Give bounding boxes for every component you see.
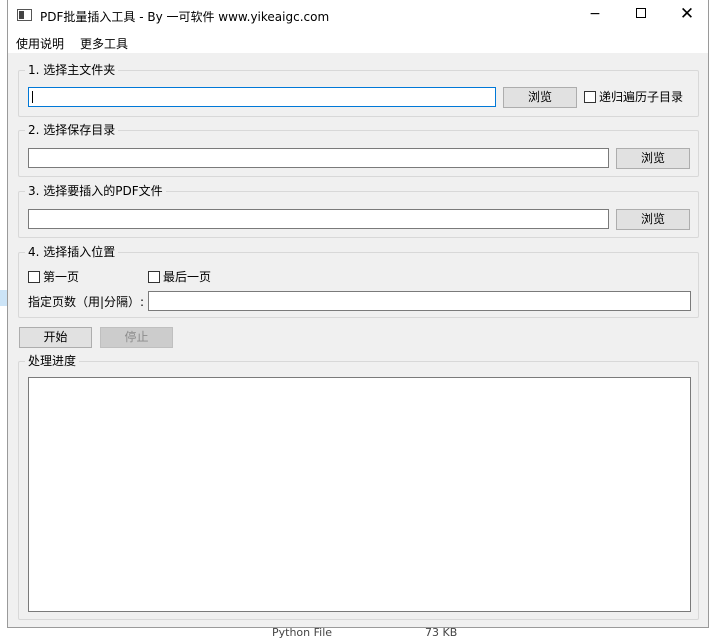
section-insert-pdf: 3. 选择要插入的PDF文件 浏览	[18, 184, 699, 238]
save-folder-input[interactable]	[28, 148, 609, 168]
stop-button[interactable]: 停止	[100, 327, 173, 348]
section-main-folder: 1. 选择主文件夹 浏览 递归遍历子目录	[18, 63, 699, 117]
last-page-checkbox[interactable]: 最后一页	[148, 270, 211, 284]
main-folder-browse-button[interactable]: 浏览	[503, 87, 577, 108]
close-icon: ✕	[679, 4, 695, 24]
app-window: PDF批量插入工具 - By 一可软件 www.yikeaigc.com − ✕…	[7, 0, 709, 628]
save-folder-browse-button[interactable]: 浏览	[616, 148, 690, 169]
first-page-checkbox-box[interactable]	[28, 271, 40, 283]
first-page-checkbox[interactable]: 第一页	[28, 270, 79, 284]
section-save-folder-title: 2. 选择保存目录	[25, 123, 119, 137]
menu-item-more-tools[interactable]: 更多工具	[80, 35, 128, 52]
insert-pdf-browse-button[interactable]: 浏览	[616, 209, 690, 230]
section-insert-position: 4. 选择插入位置 第一页 最后一页 指定页数（用|分隔）:	[18, 245, 699, 318]
section-insert-pdf-title: 3. 选择要插入的PDF文件	[25, 184, 166, 198]
title-bar[interactable]: PDF批量插入工具 - By 一可软件 www.yikeaigc.com − ✕	[8, 0, 708, 31]
minimize-button[interactable]: −	[572, 0, 618, 31]
maximize-icon	[636, 8, 646, 18]
progress-log[interactable]	[28, 377, 691, 612]
section-insert-position-title: 4. 选择插入位置	[25, 245, 119, 259]
minimize-icon: −	[589, 6, 601, 22]
close-button[interactable]: ✕	[664, 0, 710, 31]
text-caret	[32, 91, 33, 103]
section-progress-title: 处理进度	[25, 354, 80, 368]
app-window-icon	[17, 9, 32, 21]
menu-bar: 使用说明 更多工具	[8, 31, 708, 53]
last-page-checkbox-label: 最后一页	[163, 270, 212, 284]
pages-label: 指定页数（用|分隔）:	[28, 295, 145, 309]
window-title: PDF批量插入工具 - By 一可软件 www.yikeaigc.com	[40, 10, 330, 24]
recursive-checkbox-box[interactable]	[584, 91, 596, 103]
section-save-folder: 2. 选择保存目录 浏览	[18, 123, 699, 177]
main-folder-input[interactable]	[28, 87, 496, 107]
start-button[interactable]: 开始	[19, 327, 92, 348]
last-page-checkbox-box[interactable]	[148, 271, 160, 283]
pages-input[interactable]	[148, 291, 691, 311]
section-progress: 处理进度	[18, 354, 699, 620]
maximize-button[interactable]	[618, 0, 664, 31]
recursive-checkbox-label: 递归遍历子目录	[599, 90, 684, 104]
insert-pdf-input[interactable]	[28, 209, 609, 229]
menu-item-help[interactable]: 使用说明	[16, 35, 64, 52]
recursive-checkbox[interactable]: 递归遍历子目录	[584, 90, 683, 104]
section-main-folder-title: 1. 选择主文件夹	[25, 63, 119, 77]
first-page-checkbox-label: 第一页	[43, 270, 80, 284]
